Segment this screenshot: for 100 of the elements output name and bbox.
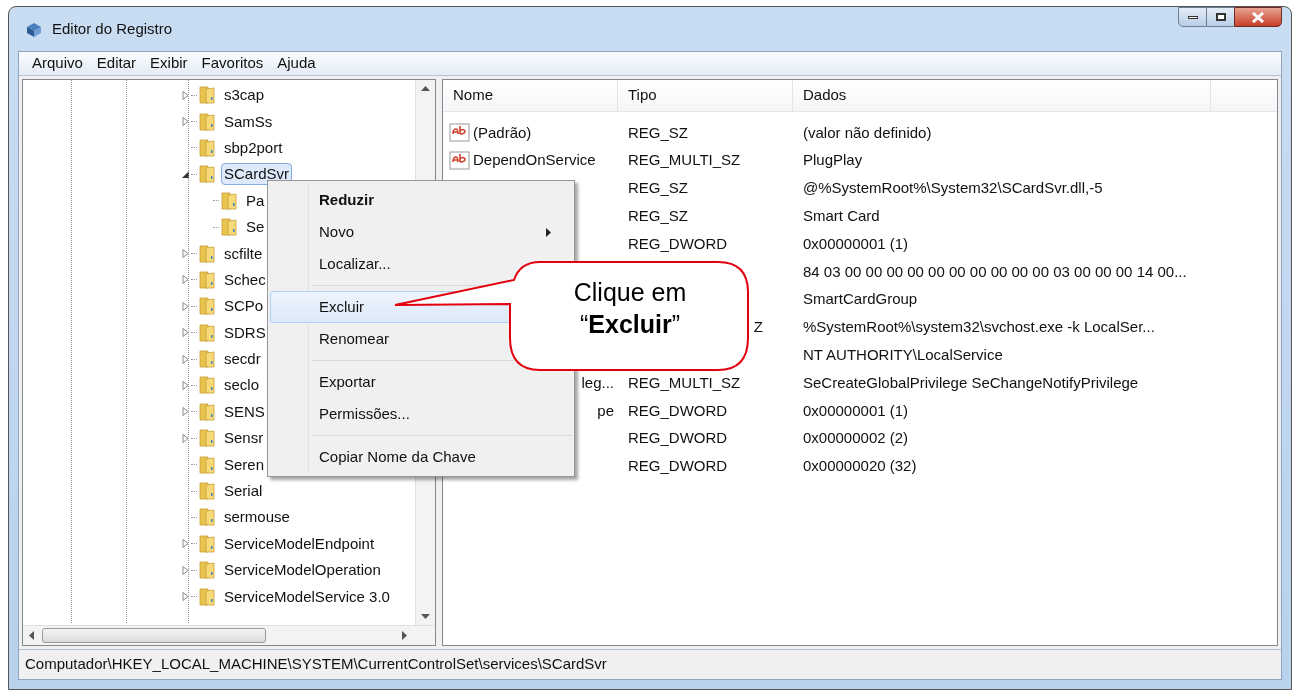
context-menu-item[interactable]: Novo [270,216,572,248]
column-header[interactable]: Nome [443,80,618,111]
scroll-down-icon[interactable] [421,614,430,619]
menu-item-label: Copiar Nome da Chave [319,446,476,467]
collapsed-triangle-icon[interactable] [180,328,190,338]
collapsed-triangle-icon[interactable] [180,407,190,417]
collapsed-triangle-icon[interactable] [180,354,190,364]
collapsed-triangle-icon[interactable] [180,539,190,549]
tree-item[interactable]: ServiceModelEndpoint [221,532,378,555]
folder-icon [197,507,217,528]
maximize-button[interactable] [1207,7,1234,27]
tree-item[interactable]: sbp2port [221,136,286,159]
scroll-right-icon[interactable] [402,631,407,640]
tree-item[interactable]: ServiceModelOperation [221,559,384,582]
value-data: @%SystemRoot%\System32\SCardSvr.dll,-5 [803,179,1103,197]
folder-icon [197,560,217,581]
context-menu-item[interactable]: Copiar Nome da Chave [270,441,572,473]
menu-item[interactable]: Favoritos [194,52,271,75]
folder-icon [197,586,217,607]
value-data: 84 03 00 00 00 00 00 00 00 00 00 00 03 00 00 00 14 00... [803,262,1187,280]
folder-icon [197,85,217,106]
value-data: SeCreateGlobalPrivilege SeChangeNotifyPrivilege [803,373,1139,391]
folder-icon [197,296,217,317]
tree-item[interactable]: seclo [221,374,263,397]
value-type: REG_MULTI_SZ [628,150,741,171]
column-header[interactable]: Dados [793,80,1211,111]
menu-item-label: Exportar [319,371,376,392]
collapsed-triangle-icon[interactable] [180,275,190,285]
horizontal-scrollbar[interactable] [23,625,435,645]
tree-item[interactable]: Seren [221,453,268,476]
collapsed-triangle-icon[interactable] [180,301,190,311]
value-type: REG_DWORD [628,233,728,254]
scroll-left-icon[interactable] [29,631,34,640]
collapsed-triangle-icon[interactable] [180,565,190,575]
value-data: 0x00000020 (32) [803,457,917,475]
value-data: NT AUTHORITY\LocalService [803,346,1003,363]
menu-item-label: Reduzir [319,189,374,210]
menu-item[interactable]: Exibir [143,52,195,75]
context-menu-item[interactable]: Permissões... [270,398,572,430]
value-name[interactable]: leg... [581,371,618,395]
string-value-icon [449,150,471,171]
close-button[interactable] [1234,7,1282,27]
value-type: REG_DWORD [628,428,728,449]
tree-item[interactable]: sermouse [221,506,293,529]
collapsed-triangle-icon[interactable] [180,381,190,390]
tree-item[interactable]: SamSs [221,110,276,133]
folder-icon [219,217,239,238]
folder-icon [197,349,217,370]
callout-text: Clique em “Excluir” [572,277,688,340]
tree-item[interactable]: SCardSvr [221,163,293,186]
value-data: Smart Card [803,207,880,225]
value-data: 0x00000001 (1) [803,234,909,252]
tree-item[interactable]: SDRS [221,321,269,344]
collapsed-triangle-icon[interactable] [180,433,190,443]
column-header[interactable]: Tipo [618,80,793,111]
value-type: REG_SZ [628,122,688,143]
value-type: REG_SZ [628,178,688,199]
collapsed-triangle-icon[interactable] [180,117,190,127]
tree-item[interactable]: Serial [221,480,266,503]
value-name[interactable]: (Padrão) [473,121,532,145]
tree-item[interactable]: ServiceModelService 3.0 [221,585,393,608]
value-data: 0x00000001 (1) [803,401,909,419]
collapsed-triangle-icon[interactable] [180,90,190,100]
folder-icon [197,243,217,264]
menu-item-label: Permissões... [319,403,410,424]
tree-item[interactable]: scfilte [221,242,266,265]
tree-item[interactable]: secdr [221,348,264,371]
folder-icon [197,137,217,158]
value-name[interactable]: pe [597,399,618,423]
tree-item[interactable]: s3cap [221,84,268,107]
tree-item[interactable]: Pa [243,189,268,212]
scroll-up-icon[interactable] [421,86,430,91]
value-name[interactable]: DependOnService [473,149,596,172]
value-data: (valor não definido) [803,123,932,141]
tree-item[interactable]: Se [243,216,268,239]
close-icon [1251,11,1265,23]
collapsed-triangle-icon[interactable] [180,249,190,259]
folder-icon [197,111,217,132]
value-type: REG_DWORD [628,400,728,421]
minimize-button[interactable] [1178,7,1207,27]
context-menu-item[interactable]: Exportar [270,366,572,398]
tree-item[interactable]: SENS [221,400,268,423]
folder-icon [197,269,217,290]
menu-item-label: Novo [319,221,355,242]
value-type: REG_MULTI_SZ [628,372,741,393]
string-value-icon [449,122,471,143]
scroll-thumb[interactable] [42,628,266,643]
value-data: %SystemRoot%\system32\svchost.exe -k LocalSer... [803,318,1155,336]
menu-item[interactable]: Editar [89,52,144,75]
value-data: 0x00000002 (2) [803,429,909,447]
value-type: REG_DWORD [628,456,728,477]
tree-item[interactable]: Schec [221,268,269,291]
menu-item[interactable]: Arquivo [25,52,90,75]
value-data: PlugPlay [803,151,863,169]
collapsed-triangle-icon[interactable] [180,592,190,602]
context-menu-item[interactable]: Reduzir [270,184,572,216]
tree-item[interactable]: SCPo [221,295,267,318]
value-data: SmartCardGroup [803,290,918,308]
tree-item[interactable]: Sensr [221,427,267,450]
menu-item[interactable]: Ajuda [270,52,323,75]
